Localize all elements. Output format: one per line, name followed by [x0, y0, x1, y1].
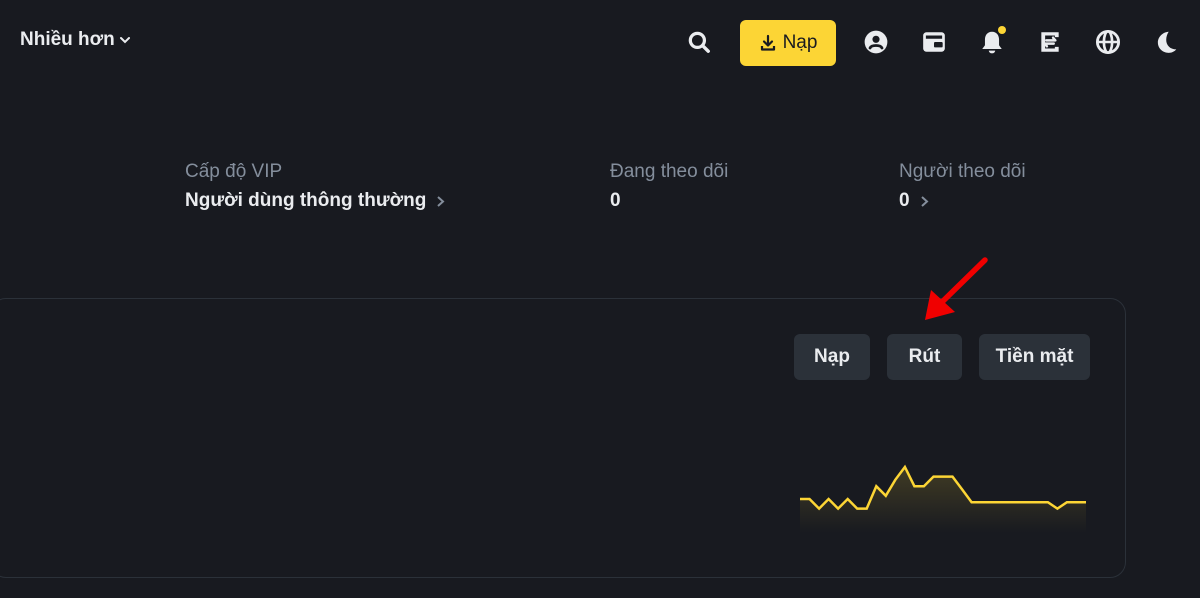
wallet-button[interactable]	[918, 26, 950, 58]
annotation-arrow	[925, 257, 988, 320]
user-icon	[864, 30, 888, 54]
balance-sparkline	[800, 464, 1086, 533]
deposit-button[interactable]: Nạp	[740, 20, 836, 66]
chevron-right-icon	[437, 195, 445, 207]
language-button[interactable]	[1092, 26, 1124, 58]
search-button[interactable]	[683, 26, 715, 58]
notification-dot	[998, 26, 1006, 34]
more-menu[interactable]: Nhiều hơn	[20, 29, 131, 51]
transfer-button[interactable]	[1034, 26, 1066, 58]
cash-label: Tiền mặt	[995, 346, 1074, 367]
withdraw-label: Rút	[908, 346, 941, 367]
followers-link[interactable]: 0	[899, 189, 1026, 213]
download-icon	[760, 34, 775, 51]
following-label: Đang theo dõi	[610, 161, 729, 182]
top-navigation: Nhiều hơn Nạp	[0, 0, 1200, 84]
deposit-action-button[interactable]: Nạp	[794, 334, 870, 380]
cash-button[interactable]: Tiền mặt	[979, 334, 1090, 380]
more-menu-label: Nhiều hơn	[20, 29, 115, 50]
vip-level-label: Cấp độ VIP	[185, 161, 283, 182]
moon-icon	[1157, 31, 1177, 53]
transfer-icon	[1041, 32, 1059, 52]
search-icon	[688, 31, 710, 53]
vip-level-value: Người dùng thông thường	[185, 190, 427, 211]
vip-level-link[interactable]: Người dùng thông thường	[185, 189, 445, 213]
following-stat: Đang theo dõi 0	[610, 160, 728, 213]
followers-label: Người theo dõi	[899, 161, 1026, 182]
following-count: 0	[610, 190, 621, 211]
withdraw-button[interactable]: Rút	[887, 334, 962, 380]
profile-button[interactable]	[860, 26, 892, 58]
vip-level: Cấp độ VIP Người dùng thông thường	[185, 160, 445, 213]
notifications-button[interactable]	[976, 26, 1008, 58]
chevron-down-icon	[119, 37, 130, 44]
globe-icon	[1095, 29, 1121, 55]
followers-stat: Người theo dõi 0	[899, 160, 1026, 213]
chevron-right-icon	[920, 195, 929, 207]
deposit-button-label: Nạp	[782, 32, 818, 53]
followers-count: 0	[899, 190, 910, 211]
deposit-action-label: Nạp	[814, 346, 850, 367]
wallet-icon	[923, 32, 945, 52]
theme-toggle-button[interactable]	[1150, 26, 1182, 58]
